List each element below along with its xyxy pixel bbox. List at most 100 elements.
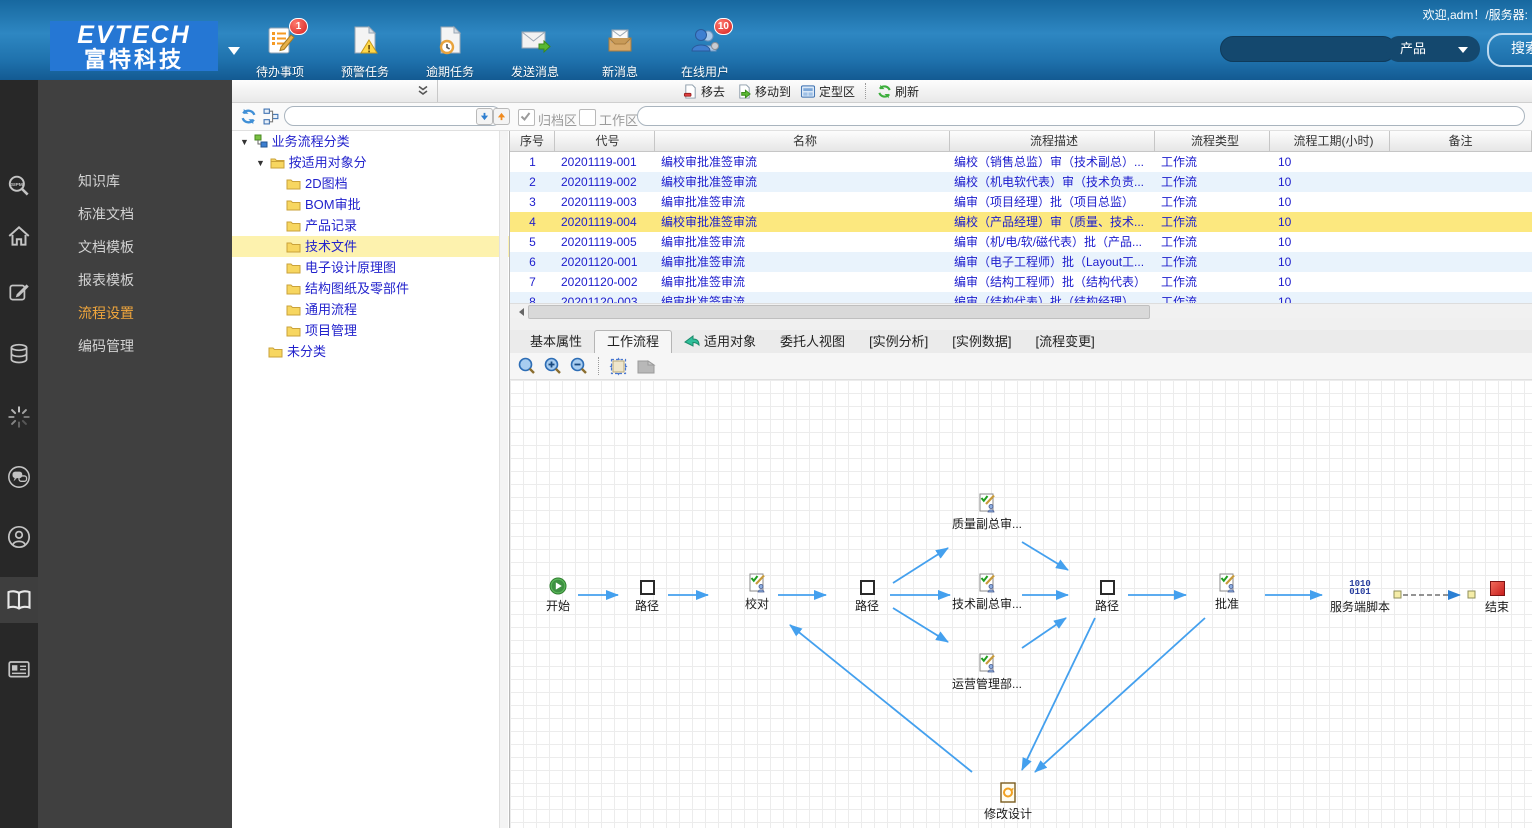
tab-instance-data[interactable]: [实例数据] — [940, 330, 1023, 353]
nav-item-knowledge-base[interactable]: 知识库 — [38, 165, 232, 198]
table-row[interactable]: 5 20201119-005 编审批准签审流 编审（机/电/软/磁代表）批（产品...… — [510, 232, 1532, 252]
disabled-panel-button[interactable] — [636, 358, 656, 375]
search-button[interactable]: 搜索 — [1487, 33, 1532, 67]
tree-expand-caret[interactable]: ▼ — [240, 132, 250, 153]
sidebar-item-profile[interactable] — [0, 515, 38, 559]
node-route-2[interactable]: 路径 — [819, 575, 915, 614]
new-message-button[interactable]: 新消息 — [582, 24, 658, 80]
tree-scrollbar[interactable] — [499, 131, 508, 828]
col-code[interactable]: 代号 — [555, 131, 655, 151]
table-row[interactable]: 2 20201119-002 编校审批准签审流 编校（机电软代表）审（技术负责... 工… — [510, 172, 1532, 192]
todo-items-button[interactable]: 1 待办事项 — [242, 18, 318, 80]
tree-item-general-process[interactable]: 通用流程 — [232, 299, 509, 320]
refresh-icon — [878, 84, 891, 98]
sidebar-item-loading[interactable] — [0, 395, 38, 439]
sidebar-item-contacts[interactable] — [0, 647, 38, 691]
nav-item-code-management[interactable]: 编码管理 — [38, 330, 232, 363]
node-tech-vp-review[interactable]: 技术副总审... — [939, 573, 1035, 612]
sidebar-item-sipm-search[interactable]: SIPM — [0, 165, 38, 209]
cell-note — [1390, 272, 1532, 292]
col-type[interactable]: 流程类型 — [1155, 131, 1270, 151]
online-users-button[interactable]: 10 在线用户 — [667, 18, 743, 80]
node-end[interactable]: 结束 — [1449, 576, 1532, 615]
header-search-input[interactable] — [1220, 36, 1396, 62]
remove-button[interactable]: 移去 — [680, 80, 728, 102]
search-category-select[interactable]: 产品 — [1386, 36, 1480, 62]
fit-selection-button[interactable] — [609, 357, 628, 376]
tree-root[interactable]: ▼ 业务流程分类 — [232, 131, 509, 152]
logo-dropdown-caret-icon[interactable] — [228, 47, 240, 61]
scroll-left-arrow[interactable] — [512, 306, 524, 317]
nav-item-doc-templates[interactable]: 文档模板 — [38, 231, 232, 264]
zoom-in-button[interactable] — [544, 357, 562, 375]
sidebar-item-library[interactable] — [0, 577, 38, 623]
tab-instance-analysis[interactable]: [实例分析] — [857, 330, 940, 353]
tree-structure-button[interactable] — [263, 108, 280, 130]
tab-process-change[interactable]: [流程变更] — [1024, 330, 1107, 353]
search-up-button[interactable] — [493, 108, 510, 125]
overdue-tasks-button[interactable]: 逾期任务 — [412, 24, 488, 80]
node-quality-vp-review[interactable]: 质量副总审... — [939, 493, 1035, 532]
tree-item-electronic-schematic[interactable]: 电子设计原理图 — [232, 257, 509, 278]
scrollbar-thumb[interactable] — [528, 305, 1150, 319]
node-start[interactable]: 开始 — [510, 575, 606, 614]
applicable-objects-icon — [684, 334, 700, 347]
node-modify-design[interactable]: 修改设计 — [960, 782, 1056, 822]
tree-item-2d[interactable]: 2D图档 — [232, 173, 509, 194]
fixed-area-button[interactable]: 定型区 — [797, 80, 858, 102]
nav-item-report-templates[interactable]: 报表模板 — [38, 264, 232, 297]
send-message-button[interactable]: 发送消息 — [497, 24, 573, 80]
cell-desc: 编审（结构工程师）批（结构代表） — [954, 275, 1147, 289]
nav-item-standard-docs[interactable]: 标准文档 — [38, 198, 232, 231]
tree-search-input[interactable] — [284, 106, 502, 126]
sidebar-item-home[interactable] — [0, 214, 38, 258]
tree-item-unclassified[interactable]: 未分类 — [232, 341, 509, 362]
list-filter-input[interactable] — [637, 106, 1525, 126]
col-desc[interactable]: 流程描述 — [950, 131, 1155, 151]
col-note[interactable]: 备注 — [1390, 131, 1532, 151]
workflow-canvas[interactable]: 开始 路径 校对 路径 质量副总审... 技术副总审... 运营管理部... 路… — [510, 380, 1532, 828]
search-down-button[interactable] — [476, 108, 493, 125]
table-horizontal-scrollbar[interactable] — [510, 303, 1532, 319]
tree-group[interactable]: ▼ 按适用对象分 — [232, 152, 509, 173]
tree-expand-caret[interactable]: ▼ — [256, 153, 266, 174]
tree-item-project-management[interactable]: 项目管理 — [232, 320, 509, 341]
table-row-selected[interactable]: 4 20201119-004 编校审批准签审流 编校（产品经理）审（质量、技术... 工… — [510, 212, 1532, 232]
table-row[interactable]: 7 20201120-002 编审批准签审流 编审（结构工程师）批（结构代表） 工作流 1… — [510, 272, 1532, 292]
sidebar-item-database[interactable] — [0, 332, 38, 376]
refresh-button[interactable]: 刷新 — [874, 80, 922, 102]
table-row[interactable]: 8 20201120-003 编审批准签审流 编审（结构代表）批（结构经理） 工作流 10 — [510, 292, 1532, 303]
tree-item-product-record[interactable]: 产品记录 — [232, 215, 509, 236]
warning-tasks-button[interactable]: 预警任务 — [327, 24, 403, 80]
node-route-3[interactable]: 路径 — [1059, 575, 1155, 614]
archive-area-checkbox[interactable] — [518, 109, 535, 126]
move-to-button[interactable]: 移动到 — [734, 80, 794, 102]
tab-basic-properties[interactable]: 基本属性 — [518, 330, 594, 353]
work-area-checkbox[interactable] — [579, 109, 596, 126]
tree-item-bom[interactable]: BOM审批 — [232, 194, 509, 215]
col-name[interactable]: 名称 — [655, 131, 950, 151]
tree-refresh-button[interactable] — [240, 108, 257, 130]
node-approve[interactable]: 批准 — [1179, 573, 1275, 612]
tab-applicable-objects[interactable]: 适用对象 — [672, 330, 768, 353]
nav-item-process-settings[interactable]: 流程设置 — [38, 297, 232, 330]
table-row[interactable]: 3 20201119-003 编审批准签审流 编审（项目经理）批（项目总监） 工作流 10 — [510, 192, 1532, 212]
node-proofread[interactable]: 校对 — [709, 573, 805, 612]
company-logo[interactable]: EVTECH 富特科技 — [50, 21, 218, 71]
col-hours[interactable]: 流程工期(小时) — [1270, 131, 1390, 151]
node-operations-dept-review[interactable]: 运营管理部... — [939, 653, 1035, 692]
tab-workflow[interactable]: 工作流程 — [594, 330, 673, 353]
node-route-1[interactable]: 路径 — [599, 575, 695, 614]
sidebar-item-edit[interactable] — [0, 270, 38, 314]
tree-item-structural-drawings[interactable]: 结构图纸及零部件 — [232, 278, 509, 299]
toolbar-overflow-dropdown[interactable] — [232, 80, 438, 102]
sidebar-item-chat[interactable] — [0, 455, 38, 499]
table-row[interactable]: 6 20201120-001 编审批准签审流 编审（电子工程师）批（Layout工..… — [510, 252, 1532, 272]
zoom-out-button[interactable] — [570, 357, 588, 375]
zoom-reset-button[interactable] — [518, 357, 536, 375]
tab-delegate-view[interactable]: 委托人视图 — [768, 330, 857, 353]
tree-item-tech-docs-selected[interactable]: 技术文件 — [232, 236, 509, 257]
node-server-script[interactable]: 1010 0101 服务端脚本 — [1312, 576, 1408, 615]
table-row[interactable]: 1 20201119-001 编校审批准签审流 编校（销售总监）审（技术副总）... 工… — [510, 152, 1532, 172]
col-seq[interactable]: 序号 — [510, 131, 555, 151]
